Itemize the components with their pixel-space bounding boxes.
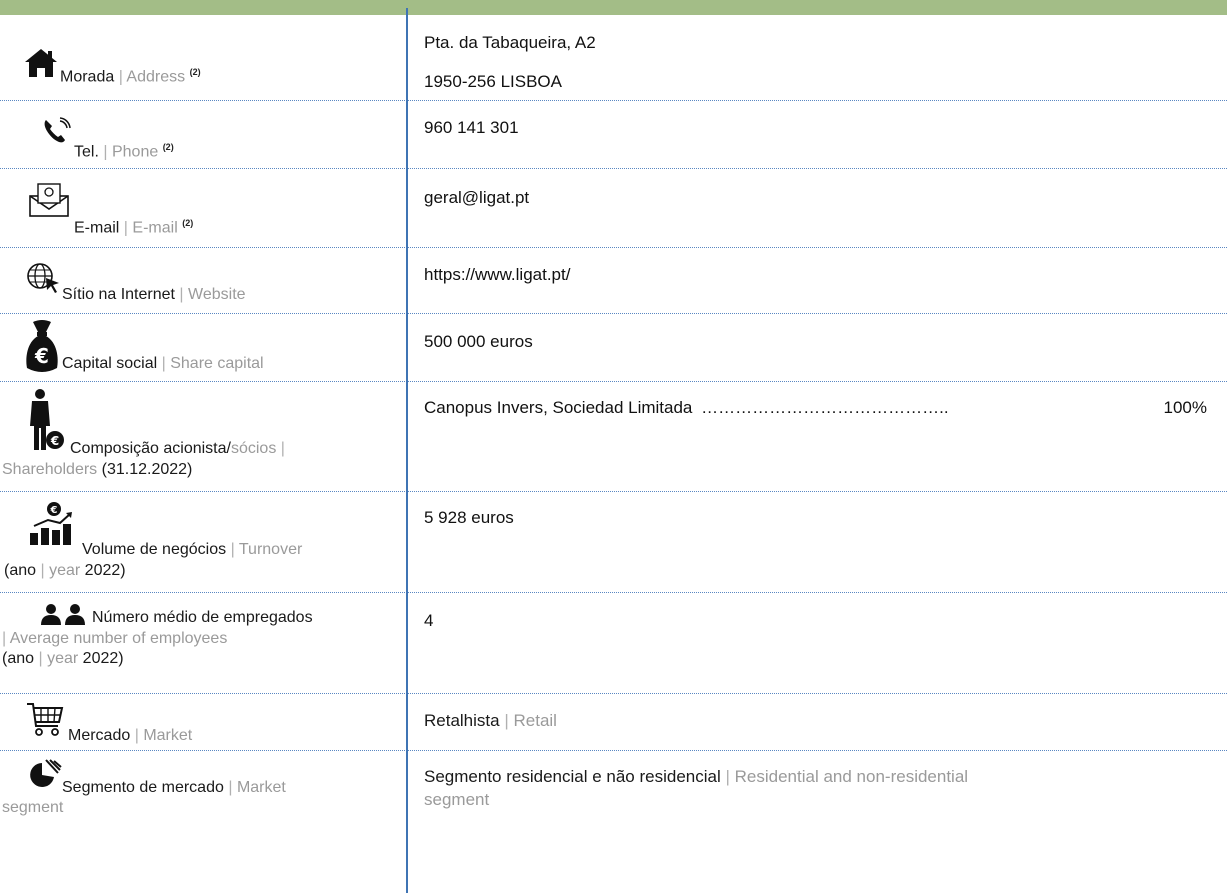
- house-icon: [24, 48, 58, 78]
- chart-money-icon: €: [28, 500, 76, 546]
- row-capital: € Capital social | Share capital 500 000…: [0, 314, 1227, 382]
- capital-value: 500 000 euros: [424, 332, 533, 351]
- shareholder-leader: ……………………………………..: [701, 398, 949, 417]
- person-money-icon: €: [28, 388, 66, 452]
- turnover-value: 5 928 euros: [424, 508, 514, 527]
- website-value[interactable]: https://www.ligat.pt/: [424, 263, 1207, 286]
- row-shareholders: € Composição acionista/sócios | Sharehol…: [0, 382, 1227, 492]
- column-divider: [406, 8, 408, 893]
- globe-cursor-icon: [26, 262, 62, 294]
- phone-icon: [42, 117, 72, 145]
- pie-segment-icon: [28, 759, 62, 789]
- row-email: E-mail | E-mail (2) geral@ligat.pt: [0, 169, 1227, 248]
- employees-value: 4: [424, 611, 434, 630]
- label-market: Mercado | Market: [68, 727, 193, 744]
- label-address: Morada | Address (2): [60, 67, 201, 86]
- address-line1: Pta. da Tabaqueira, A2: [424, 33, 596, 52]
- segment-value-en: Residential and non-residential: [734, 767, 969, 786]
- svg-text:€: €: [50, 505, 58, 516]
- row-website: Sítio na Internet | Website https://www.…: [0, 248, 1227, 314]
- shareholder-pct: 100%: [1163, 398, 1207, 417]
- address-line2: 1950-256 LISBOA: [424, 72, 562, 91]
- label-employees-en: | Average number of employees: [2, 630, 228, 647]
- label-shareholders-en: Shareholders (31.12.2022): [2, 461, 193, 478]
- svg-text:€: €: [50, 434, 59, 448]
- label-phone: Tel. | Phone (2): [74, 142, 174, 161]
- label-segment: Segmento de mercado | Market: [62, 779, 286, 796]
- people-icon: [40, 603, 88, 625]
- market-value: Retalhista: [424, 711, 500, 730]
- email-value: geral@ligat.pt: [424, 188, 530, 207]
- header-bar: [0, 0, 1227, 15]
- row-segment: Segmento de mercado | Market segment Seg…: [0, 751, 1227, 816]
- row-employees: Número médio de empregados | Average num…: [0, 593, 1227, 694]
- market-value-en: Retail: [513, 711, 557, 730]
- segment-value: Segmento residencial e não residencial: [424, 767, 721, 786]
- money-bag-icon: €: [23, 318, 61, 376]
- label-turnover-year: (ano | year 2022): [4, 562, 126, 579]
- label-employees: Número médio de empregados: [92, 609, 313, 626]
- label-employees-year: (ano | year 2022): [2, 650, 124, 667]
- segment-value-en2: segment: [424, 790, 490, 809]
- label-website: Sítio na Internet | Website: [62, 286, 246, 303]
- row-turnover: € Volume de negócios | Turnover (ano | y…: [0, 492, 1227, 593]
- label-turnover: Volume de negócios | Turnover: [82, 541, 303, 558]
- phone-value: 960 141 301: [424, 118, 519, 137]
- shopping-cart-icon: [26, 702, 64, 736]
- row-phone: Tel. | Phone (2) 960 141 301: [0, 101, 1227, 169]
- shareholder-name: Canopus Invers, Sociedad Limitada: [424, 398, 693, 417]
- label-capital: Capital social | Share capital: [62, 355, 264, 372]
- email-icon: [28, 183, 70, 217]
- shareholder-line: Canopus Invers, Sociedad Limitada …………………: [424, 396, 1207, 419]
- company-info-table: Morada | Address (2) Pta. da Tabaqueira,…: [0, 15, 1227, 816]
- label-shareholders: Composição acionista/sócios |: [70, 440, 285, 457]
- label-email: E-mail | E-mail (2): [74, 218, 194, 237]
- svg-text:€: €: [34, 344, 49, 368]
- row-address: Morada | Address (2) Pta. da Tabaqueira,…: [0, 15, 1227, 101]
- label-segment-en2: segment: [2, 799, 64, 816]
- row-market: Mercado | Market Retalhista | Retail: [0, 694, 1227, 751]
